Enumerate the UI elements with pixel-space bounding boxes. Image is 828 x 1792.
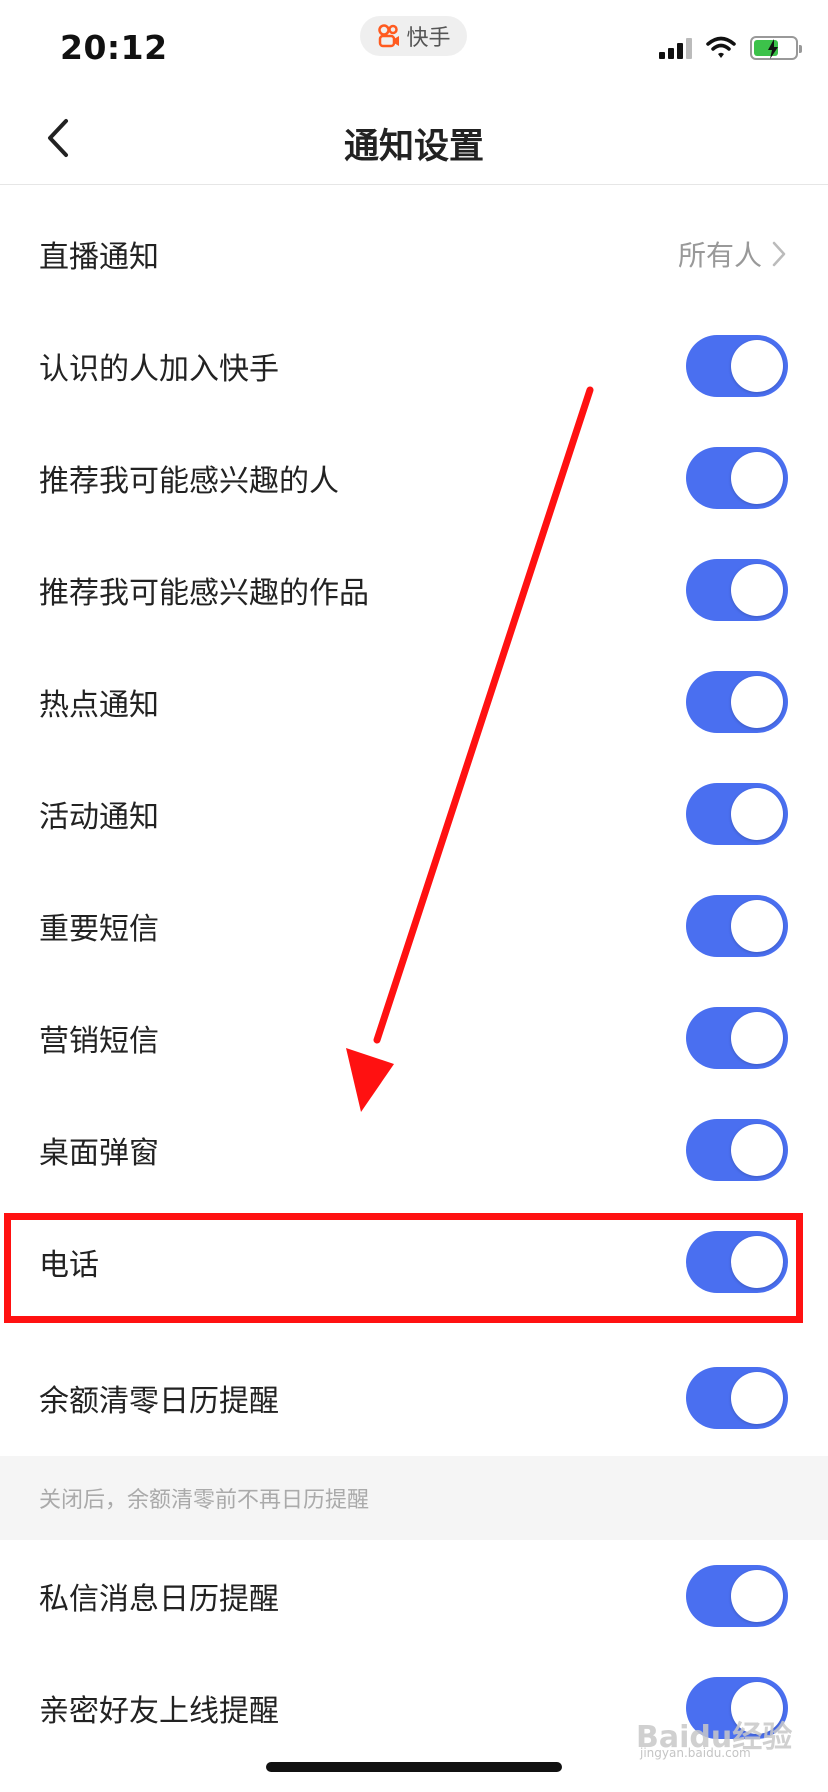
row-label: 亲密好友上线提醒 — [39, 1694, 279, 1729]
toggle-switch[interactable] — [686, 1565, 788, 1627]
watermark-url: jingyan.baidu.com — [640, 1746, 751, 1760]
row-label: 重要短信 — [39, 912, 159, 947]
chevron-right-icon — [772, 241, 786, 267]
status-icons — [659, 36, 802, 60]
cellular-signal-icon — [659, 37, 692, 59]
settings-row-important-sms: 重要短信 — [0, 870, 828, 982]
page-title: 通知设置 — [343, 127, 484, 167]
navigation-bar: 通知设置 — [0, 92, 828, 185]
toggle-switch[interactable] — [686, 559, 788, 621]
row-label: 营销短信 — [39, 1024, 159, 1059]
wifi-icon — [706, 36, 736, 58]
toggle-switch[interactable] — [686, 1367, 788, 1429]
settings-row-friends-join: 认识的人加入快手 — [0, 310, 828, 422]
settings-row-activity-notification: 活动通知 — [0, 758, 828, 870]
note-text: 关闭后，余额清零前不再日历提醒 — [39, 1488, 370, 1513]
settings-row-desktop-popup: 桌面弹窗 — [0, 1094, 828, 1206]
home-indicator[interactable] — [266, 1762, 562, 1772]
app-pill-label: 快手 — [406, 26, 451, 51]
settings-row-balance-reminder: 余额清零日历提醒 — [0, 1342, 828, 1454]
row-label: 推荐我可能感兴趣的人 — [39, 464, 339, 499]
status-time: 20:12 — [60, 28, 168, 67]
toggle-switch[interactable] — [686, 895, 788, 957]
kuaishou-logo-icon — [378, 24, 400, 48]
settings-row-hot-notification: 热点通知 — [0, 646, 828, 758]
row-label: 活动通知 — [39, 800, 159, 835]
settings-row-recommend-works: 推荐我可能感兴趣的作品 — [0, 534, 828, 646]
row-label: 直播通知 — [39, 240, 159, 275]
settings-row-message-reminder: 私信消息日历提醒 — [0, 1540, 828, 1652]
toggle-switch[interactable] — [686, 783, 788, 845]
annotation-highlight-box — [4, 1213, 803, 1323]
toggle-switch[interactable] — [686, 335, 788, 397]
settings-row-marketing-sms: 营销短信 — [0, 982, 828, 1094]
row-label: 认识的人加入快手 — [39, 352, 279, 387]
live-notification-value[interactable]: 所有人 — [678, 234, 786, 274]
app-indicator-pill[interactable]: 快手 — [360, 16, 467, 56]
row-label: 余额清零日历提醒 — [39, 1384, 279, 1419]
settings-row-live-notification[interactable]: 直播通知 所有人 — [0, 198, 828, 310]
toggle-switch[interactable] — [686, 1007, 788, 1069]
toggle-switch[interactable] — [686, 447, 788, 509]
row-label: 桌面弹窗 — [39, 1136, 159, 1171]
row-label: 私信消息日历提醒 — [39, 1582, 279, 1617]
battery-icon — [750, 36, 802, 60]
toggle-switch[interactable] — [686, 671, 788, 733]
row-label: 推荐我可能感兴趣的作品 — [39, 576, 369, 611]
section-note: 关闭后，余额清零前不再日历提醒 — [0, 1456, 828, 1540]
status-bar: 20:12 快手 — [0, 0, 828, 92]
row-value: 所有人 — [677, 239, 762, 272]
row-label: 热点通知 — [39, 688, 159, 723]
toggle-switch[interactable] — [686, 1119, 788, 1181]
settings-row-recommend-people: 推荐我可能感兴趣的人 — [0, 422, 828, 534]
